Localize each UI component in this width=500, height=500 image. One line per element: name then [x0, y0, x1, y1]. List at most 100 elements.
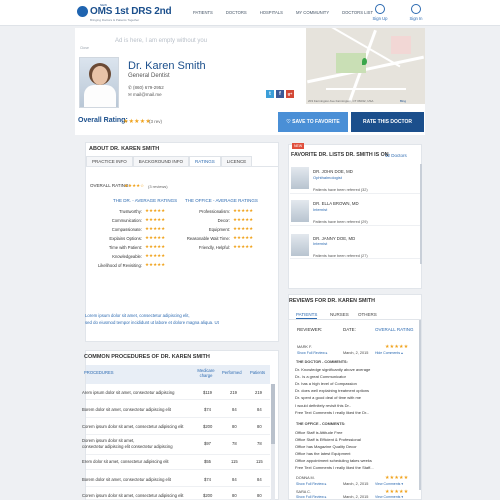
- medicare-charge: $74: [204, 407, 211, 412]
- doc-rating-stars: ★★★★★: [145, 262, 166, 267]
- comment-line: Dr. has a high level of Compassion: [295, 381, 357, 386]
- show-full-review-link[interactable]: Show Full Review ▸: [296, 495, 327, 499]
- map-pin-icon: [362, 58, 367, 65]
- ratings-overall-count: (3 reviews): [148, 184, 168, 189]
- ad-banner[interactable]: Ad is here, I am empty without you: [115, 38, 207, 44]
- doctor-name: Dr. Karen Smith: [128, 60, 206, 72]
- twitter-icon[interactable]: t: [266, 90, 274, 98]
- tab-nurses[interactable]: NURSES: [330, 311, 349, 318]
- google-plus-icon[interactable]: g+: [286, 90, 294, 98]
- save-label: SAVE TO FAVORITE: [292, 119, 340, 125]
- nav-patients[interactable]: PATIENTS: [193, 10, 213, 15]
- performed-count: 84: [232, 477, 237, 482]
- medicare-charge: $97: [204, 441, 211, 446]
- hide-comments-link[interactable]: Hide Comments ▴: [375, 351, 403, 355]
- performed-count: 78: [232, 441, 237, 446]
- review-stars: ★★★★★: [385, 475, 409, 481]
- fav-doctor-specialty: Internist: [313, 241, 328, 246]
- col-patients[interactable]: Patients: [250, 370, 265, 375]
- about-text-line: sed do eiusmod tempor incididunt ut labo…: [85, 320, 219, 325]
- nav-my-community[interactable]: MY COMMUNITY: [296, 10, 329, 15]
- view-comments-link[interactable]: View Comments ▾: [375, 495, 403, 499]
- col-performed[interactable]: Performed: [222, 370, 242, 375]
- procedure-name: Corem ipsum dolor sit amet, consectetur …: [82, 493, 184, 498]
- tab-patients[interactable]: PATIENTS: [296, 311, 318, 319]
- office-comments-title: THE OFFICE - COMMENTS:: [296, 422, 346, 426]
- logo-tagline: Bringing Doctors & Patients Together: [90, 18, 140, 22]
- comment-line: Free Text Comments I really liked the Dr…: [295, 410, 370, 415]
- procedure-name: Dorem ipsum dolor sit amet,: [82, 438, 135, 443]
- nav-hospitals[interactable]: HOSPITALS: [260, 10, 283, 15]
- office-rating-stars: ★★★★★: [233, 226, 254, 231]
- sign-in-button[interactable]: Sign In: [404, 4, 428, 21]
- nav-doctors[interactable]: DOCTORS: [226, 10, 247, 15]
- facebook-icon[interactable]: f: [276, 90, 284, 98]
- fav-doctor-referred: Patients have been referred (29): [313, 220, 368, 224]
- show-full-review-link[interactable]: Show Full Review ▸: [297, 351, 328, 355]
- medicare-charge: $200: [203, 493, 213, 498]
- col-medicare-charge[interactable]: Medicare charge: [195, 368, 217, 378]
- patients-count: 219: [255, 390, 262, 395]
- performed-count: 80: [232, 424, 237, 429]
- doc-rating-label: Trustworthy:: [119, 209, 142, 214]
- office-rating-label: Friendly, Helpful:: [198, 245, 230, 250]
- rate-doctor-button[interactable]: RATE THIS DOCTOR: [351, 112, 424, 132]
- view-comments-link[interactable]: View Comments ▾: [375, 482, 403, 486]
- comment-line: Dr. does well explaining treatment optio…: [295, 388, 370, 393]
- comment-line: Office has the latest Equipment: [295, 451, 351, 456]
- reviews-scrollbar[interactable]: [419, 320, 421, 490]
- office-rating-stars: ★★★★★: [233, 244, 254, 249]
- doc-rating-stars: ★★★★★: [145, 235, 166, 240]
- location-map[interactable]: [306, 28, 425, 104]
- performed-count: 115: [231, 459, 238, 464]
- office-rating-stars: ★★★★★: [233, 235, 254, 240]
- procedures-title: COMMON PROCEDURES OF DR. KAREN SMITH: [84, 354, 210, 360]
- doc-rating-label: Explains Options:: [109, 236, 142, 241]
- office-rating-stars: ★★★★★: [233, 208, 254, 213]
- map-brand: Bing: [400, 99, 407, 103]
- review-stars: ★★★★★: [385, 344, 409, 350]
- patients-count: 78: [257, 441, 262, 446]
- save-to-favorite-button[interactable]: ♡ SAVE TO FAVORITE: [278, 112, 348, 132]
- map-address: 203 Farmington Ave Farmington, CT 06032,…: [308, 99, 374, 103]
- medicare-charge: $119: [203, 390, 213, 395]
- comment-line: Office Staff is Efficient & Professional: [295, 437, 361, 442]
- procedure-name: Borem dolor sit amet, consectetur adipis…: [82, 407, 171, 412]
- fav-doctor-referred: Patients have been referred (27): [313, 254, 368, 258]
- review-date: March, 2, 2015: [343, 351, 369, 355]
- sign-in-label: Sign In: [409, 16, 423, 21]
- fav-doctor-name[interactable]: DR. ELLA BROWN, MD: [313, 201, 359, 206]
- overall-rating-count[interactable]: (3 rev): [149, 119, 162, 124]
- reviewer-name: DONNA M.: [296, 476, 315, 480]
- comment-line: Office Staff is Attitude Free: [295, 430, 343, 435]
- review-date: March, 2, 2015: [343, 495, 369, 499]
- patients-count: 80: [257, 493, 262, 498]
- comment-line: Dr. spent a good deal of time with me: [295, 395, 362, 400]
- medicare-charge: $74: [204, 477, 211, 482]
- close-ad-link[interactable]: Close: [80, 46, 89, 50]
- tab-others[interactable]: OTHERS: [358, 311, 377, 318]
- phone-number[interactable]: (860) 679-2952: [133, 85, 164, 90]
- review-date: March, 2, 2015: [343, 482, 369, 486]
- logo-text[interactable]: OMS 1st DRS 2nd: [90, 6, 172, 17]
- medicare-charge: $55: [204, 459, 211, 464]
- about-card: [85, 142, 279, 342]
- procedures-scroll-thumb[interactable]: [271, 384, 275, 444]
- logo-icon[interactable]: [77, 6, 88, 17]
- doctor-comments-title: THE DOCTOR - COMMENTS:: [296, 360, 348, 364]
- fav-doctor-name[interactable]: DR. JOHN DOE, MD: [313, 169, 353, 174]
- email-address[interactable]: mail@mail.me: [133, 92, 162, 97]
- sign-up-button[interactable]: Sign Up: [368, 4, 392, 21]
- favorite-lists-count[interactable]: 12 Doctors: [385, 153, 407, 158]
- col-procedures[interactable]: PROCEDURES: [84, 370, 114, 375]
- office-rating-label: Equipment:: [208, 227, 230, 232]
- favorites-scrollbar[interactable]: [420, 164, 422, 264]
- overall-rating-label: Overall Rating:: [78, 117, 128, 124]
- procedure-name: Arem ipsum dolor sit amet, consectetur a…: [82, 390, 175, 395]
- fav-doctor-specialty: Ophthalmologist: [313, 175, 342, 180]
- avatar: [291, 200, 309, 222]
- reviews-divider: [289, 319, 422, 320]
- fav-doctor-referred: Patients have been referred (32): [313, 188, 368, 192]
- performed-count: 219: [230, 390, 237, 395]
- show-full-review-link[interactable]: Show Full Review ▸: [296, 482, 327, 486]
